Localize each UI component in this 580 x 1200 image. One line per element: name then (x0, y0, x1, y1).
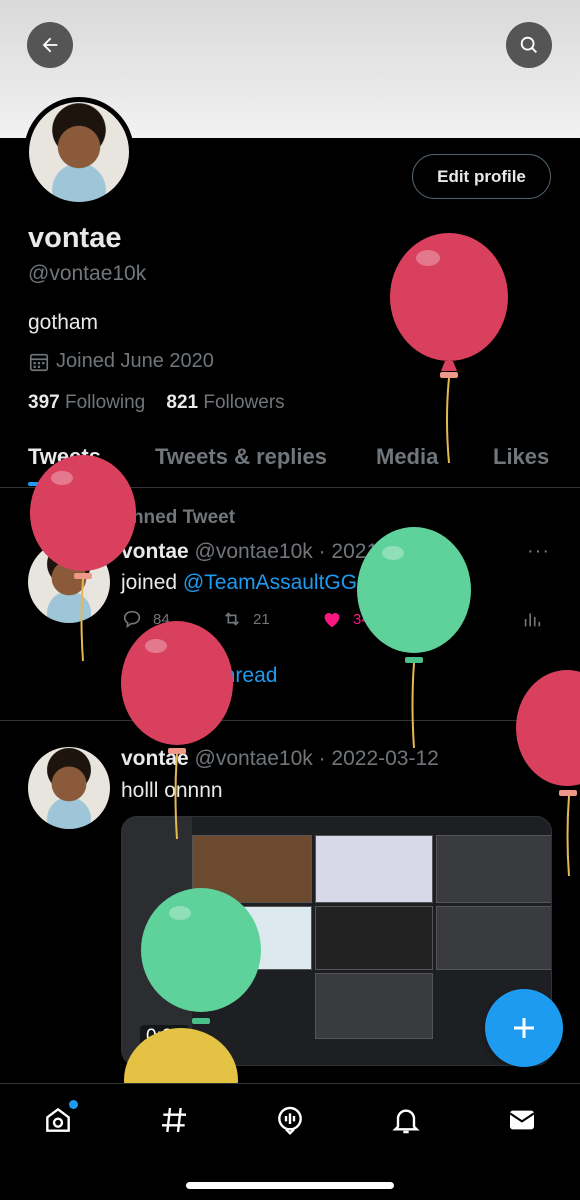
compose-tweet-button[interactable] (485, 989, 563, 1067)
balloon-green (141, 888, 261, 1024)
notifications-bell-icon (392, 1109, 420, 1134)
balloon-red (390, 233, 508, 464)
balloon-red (30, 455, 136, 662)
home-icon (46, 1107, 70, 1132)
nav-notifications[interactable] (388, 1102, 424, 1138)
balloon-red (516, 670, 580, 877)
nav-spaces[interactable] (272, 1102, 308, 1138)
home-indicator (186, 1182, 394, 1189)
plus-icon (514, 1018, 534, 1038)
explore-hashtag-icon (162, 1107, 186, 1133)
spaces-icon (278, 1106, 302, 1136)
messages-mail-icon (509, 1110, 535, 1130)
balloon-red (121, 621, 233, 840)
nav-messages[interactable] (504, 1102, 540, 1138)
nav-home[interactable] (40, 1100, 78, 1138)
notification-dot (69, 1100, 78, 1109)
nav-explore[interactable] (156, 1102, 192, 1138)
balloon-green (357, 527, 471, 749)
